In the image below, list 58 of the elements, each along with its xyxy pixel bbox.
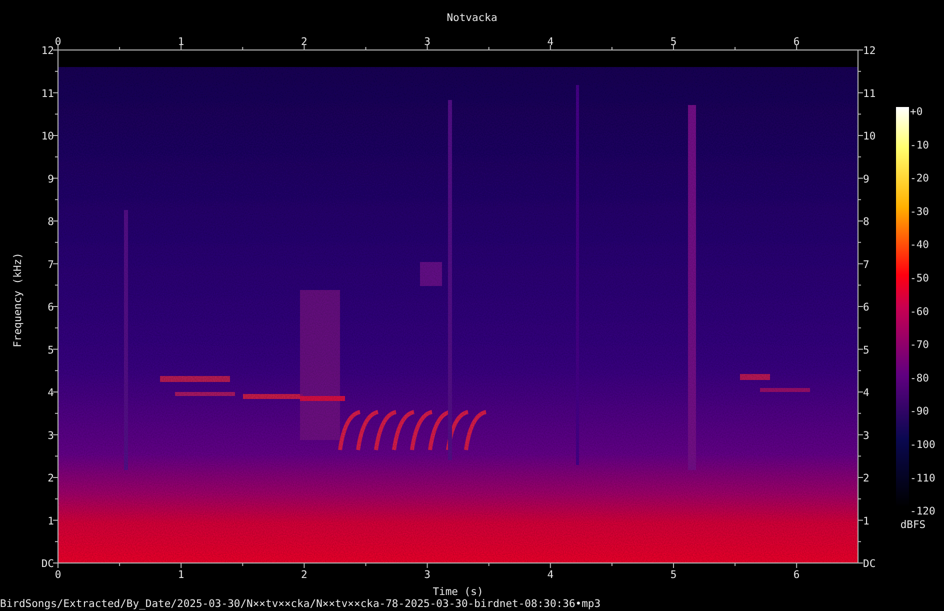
colorbar-tick-label: -30: [910, 206, 929, 218]
tick-label: 2: [301, 36, 308, 48]
tick-label: 5: [863, 344, 870, 356]
tick-label: 1: [178, 569, 184, 581]
tick-label: 4: [863, 387, 870, 399]
tick-label: 10: [863, 130, 876, 142]
tick-label: DC: [41, 558, 54, 570]
tick-label: 9: [863, 173, 870, 186]
tick-label: 4: [48, 387, 54, 399]
colorbar-tick-label: -110: [910, 472, 936, 484]
colorbar-tick-label: -60: [910, 306, 929, 318]
colorbar-tick-label: -50: [910, 272, 929, 284]
tick-label: 1: [48, 515, 54, 528]
x-axis-label: Time (s): [432, 586, 484, 598]
tick-label: 6: [793, 36, 800, 48]
tick-label: 12: [41, 45, 54, 57]
tick-label: 10: [41, 130, 54, 142]
tick-label: 7: [863, 258, 870, 271]
colorbar-tick-label: -120: [910, 506, 936, 518]
tick-label: 11: [41, 88, 54, 100]
tick-label: 11: [863, 88, 876, 100]
y-axis-label: Frequency (kHz): [12, 252, 24, 348]
tick-label: 3: [424, 36, 430, 48]
tick-label: 6: [48, 302, 54, 314]
colorbar-tick-label: -80: [910, 372, 929, 384]
colorbar-unit: dBFS: [900, 519, 926, 531]
chart-title: Notvacka: [446, 12, 498, 24]
tick-label: 0: [54, 569, 62, 581]
tick-label: 8: [48, 216, 54, 228]
tick-label: 8: [863, 216, 870, 228]
colorbar-tick-label: -10: [910, 139, 929, 152]
tick-label: 1: [178, 36, 184, 48]
file-path: BirdSongs/Extracted/By_Date/2025-03-30/N××tv××cka/N××tv××cka-78-2025-03-30-birdnet-08:30:36•mp3: [0, 598, 601, 610]
colorbar-tick-label: +0: [910, 106, 923, 118]
colorbar-tick-label: -70: [910, 339, 929, 352]
tick-label: 5: [670, 569, 677, 581]
tick-label: 12: [863, 45, 876, 57]
colorbar-tick-label: -100: [910, 439, 936, 451]
tick-label: 7: [48, 258, 54, 271]
tick-label: 6: [863, 302, 870, 314]
tick-label: 3: [48, 430, 54, 442]
tick-label: 5: [670, 36, 677, 48]
tick-label: 3: [863, 430, 870, 442]
tick-label: 1: [863, 515, 870, 528]
tick-label: 0: [54, 36, 62, 48]
colorbar-tick-label: -90: [910, 406, 929, 418]
colorbar-tick-label: -20: [910, 172, 929, 185]
tick-label: 4: [547, 569, 554, 581]
tick-label: 2: [301, 569, 308, 581]
tick-label: 2: [48, 472, 54, 484]
tick-label: DC: [863, 558, 876, 570]
tick-label: 4: [547, 36, 554, 48]
tick-label: 3: [424, 569, 430, 581]
tick-label: 2: [863, 472, 870, 484]
colorbar-tick-label: -40: [910, 239, 929, 252]
tick-label: 6: [793, 569, 800, 581]
tick-label: 5: [48, 344, 54, 356]
tick-label: 9: [48, 173, 54, 186]
